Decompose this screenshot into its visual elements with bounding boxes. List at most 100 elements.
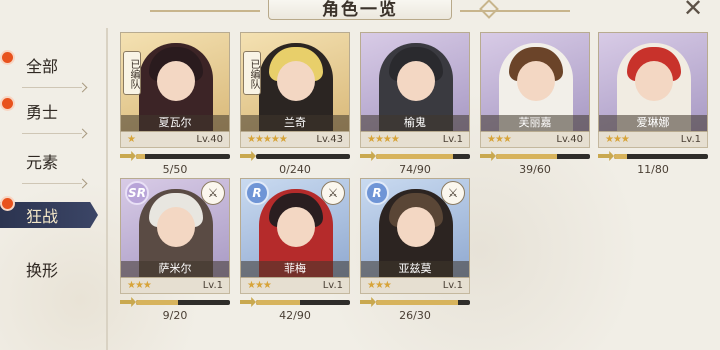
- axe-icon: ⚔: [201, 181, 225, 205]
- progress-track: [256, 154, 350, 159]
- progress-fill: [376, 300, 458, 305]
- progress-track: [136, 300, 230, 305]
- character-name: 菲梅: [241, 261, 349, 277]
- axe-icon: ⚔: [321, 181, 345, 205]
- character-level: Lv.1: [442, 134, 463, 145]
- notification-dot: [2, 198, 13, 209]
- character-card[interactable]: 已编队 夏瓦尔 ★ Lv.40 5/50: [120, 32, 230, 176]
- character-name: 夏瓦尔: [121, 115, 229, 131]
- character-level: Lv.40: [196, 134, 223, 145]
- divider: [22, 87, 82, 88]
- shard-progress: [120, 296, 230, 308]
- sidebar-item-shapeshift[interactable]: 换形: [0, 252, 100, 286]
- character-portrait[interactable]: 已编队 夏瓦尔: [120, 32, 230, 132]
- shard-progress: [360, 296, 470, 308]
- divider: [22, 133, 82, 134]
- shard-progress: [360, 150, 470, 162]
- character-portrait[interactable]: SR ⚔ 萨米尔: [120, 178, 230, 278]
- character-level: Lv.43: [316, 134, 343, 145]
- shard-count: 74/90: [399, 163, 431, 176]
- character-card[interactable]: 爱琳娜 ★★★ Lv.1 11/80: [598, 32, 708, 176]
- sidebar-item-element[interactable]: 元素: [0, 144, 100, 184]
- sidebar-divider: [106, 28, 108, 350]
- star-rating: ★★★: [247, 280, 272, 291]
- character-info-bar: ★★★ Lv.1: [120, 278, 230, 294]
- rarity-badge: SR: [125, 181, 149, 205]
- progress-fill: [496, 154, 558, 159]
- sword-icon: [120, 151, 136, 161]
- shard-count: 39/60: [519, 163, 551, 176]
- sword-icon: [240, 297, 256, 307]
- star-rating: ★★★★★: [247, 134, 288, 145]
- progress-fill: [136, 300, 179, 305]
- sword-icon: [360, 297, 376, 307]
- shard-progress: [240, 150, 350, 162]
- star-rating: ★★★: [127, 280, 152, 291]
- character-portrait[interactable]: 爱琳娜: [598, 32, 708, 132]
- shard-progress: [240, 296, 350, 308]
- character-info-bar: ★★★ Lv.1: [598, 132, 708, 148]
- character-face: [277, 207, 315, 247]
- banner-line-left: [150, 10, 260, 12]
- shard-progress: [120, 150, 230, 162]
- star-rating: ★★★: [605, 134, 630, 145]
- shard-count: 9/20: [162, 309, 188, 322]
- sidebar-item-all[interactable]: 全部: [0, 48, 100, 88]
- character-level: Lv.1: [442, 280, 463, 291]
- character-info-bar: ★★★★ Lv.1: [360, 132, 470, 148]
- progress-track: [614, 154, 708, 159]
- shard-count: 42/90: [279, 309, 311, 322]
- character-level: Lv.1: [680, 134, 701, 145]
- character-portrait[interactable]: R ⚔ 亚兹莫: [360, 178, 470, 278]
- sidebar-item-warrior[interactable]: 勇士: [0, 94, 100, 134]
- character-name: 爱琳娜: [599, 115, 707, 131]
- character-card[interactable]: SR ⚔ 萨米尔 ★★★ Lv.1 9/20: [120, 178, 230, 322]
- character-name: 兰奇: [241, 115, 349, 131]
- shard-progress: [598, 150, 708, 162]
- notification-dot: [2, 52, 13, 63]
- sword-icon: [360, 151, 376, 161]
- rarity-badge: R: [365, 181, 389, 205]
- progress-fill: [256, 300, 301, 305]
- character-name: 芙丽嘉: [481, 115, 589, 131]
- notification-dot: [2, 98, 13, 109]
- character-portrait[interactable]: 已编队 兰奇: [240, 32, 350, 132]
- sword-icon: [598, 151, 614, 161]
- character-portrait[interactable]: 榆鬼: [360, 32, 470, 132]
- character-portrait[interactable]: 芙丽嘉: [480, 32, 590, 132]
- character-card[interactable]: R ⚔ 菲梅 ★★★ Lv.1 42/90: [240, 178, 350, 322]
- character-card[interactable]: 芙丽嘉 ★★★ Lv.40 39/60: [480, 32, 590, 176]
- character-card[interactable]: 榆鬼 ★★★★ Lv.1 74/90: [360, 32, 470, 176]
- sword-icon: [120, 297, 136, 307]
- character-name: 萨米尔: [121, 261, 229, 277]
- shard-count: 0/240: [279, 163, 311, 176]
- progress-track: [376, 300, 470, 305]
- character-name: 亚兹莫: [361, 261, 469, 277]
- shard-progress: [480, 150, 590, 162]
- character-info-bar: ★ Lv.40: [120, 132, 230, 148]
- progress-fill: [376, 154, 454, 159]
- divider: [22, 183, 82, 184]
- character-face: [517, 61, 555, 101]
- page-title: 角色一览: [268, 0, 452, 20]
- banner-line-right: [460, 10, 570, 12]
- character-portrait[interactable]: R ⚔ 菲梅: [240, 178, 350, 278]
- character-info-bar: ★★★ Lv.1: [360, 278, 470, 294]
- star-rating: ★★★★: [367, 134, 400, 145]
- character-card[interactable]: R ⚔ 亚兹莫 ★★★ Lv.1 26/30: [360, 178, 470, 322]
- in-team-badge: 已编队: [243, 51, 261, 95]
- character-info-bar: ★★★★★ Lv.43: [240, 132, 350, 148]
- character-face: [277, 61, 315, 101]
- shard-count: 5/50: [162, 163, 188, 176]
- shard-count: 26/30: [399, 309, 431, 322]
- sidebar-item-berserker[interactable]: 狂战: [0, 202, 98, 228]
- shard-count: 11/80: [637, 163, 669, 176]
- in-team-badge: 已编队: [123, 51, 141, 95]
- character-level: Lv.1: [202, 280, 223, 291]
- sidebar-item-label: 全部: [26, 57, 59, 76]
- character-card[interactable]: 已编队 兰奇 ★★★★★ Lv.43 0/240: [240, 32, 350, 176]
- star-rating: ★★★: [487, 134, 512, 145]
- sidebar-item-label: 勇士: [26, 103, 59, 122]
- close-button[interactable]: ✕: [678, 0, 708, 22]
- sidebar-item-label: 换形: [26, 261, 59, 280]
